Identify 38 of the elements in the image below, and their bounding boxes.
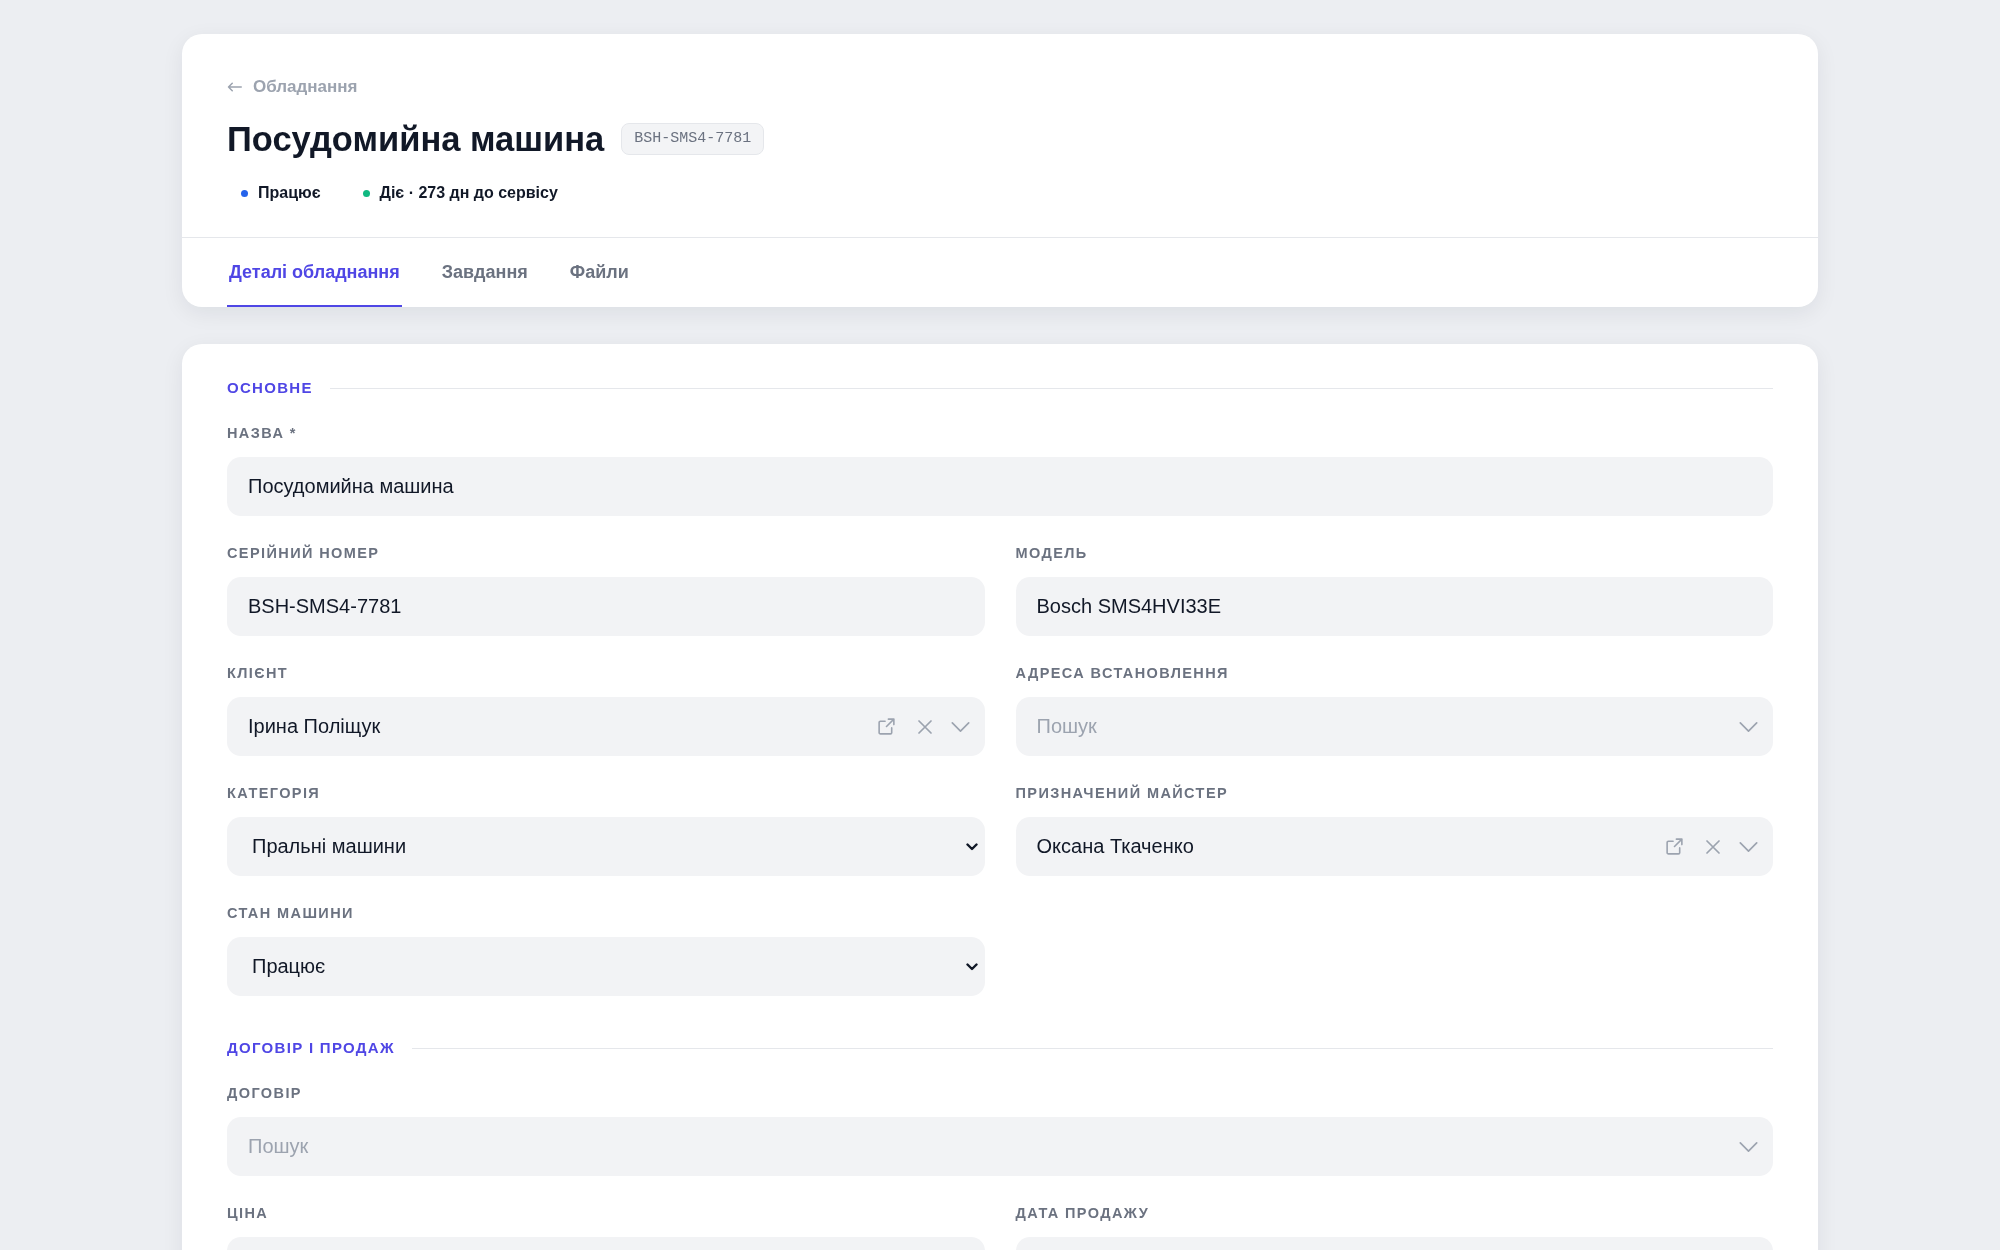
status-text: Діє · 273 дн до сервісу bbox=[379, 183, 558, 203]
field-label: ДАТА ПРОДАЖУ bbox=[1015, 1204, 1151, 1222]
search-combobox[interactable]: Оксана Ткаченко bbox=[1015, 817, 1773, 876]
field-label: КАТЕГОРІЯ bbox=[227, 784, 322, 802]
field-label: КЛІЄНТ bbox=[227, 664, 290, 682]
field-label: СЕРІЙНИЙ НОМЕР bbox=[227, 544, 381, 562]
input-field[interactable]: BSH-SMS4-7781 bbox=[227, 577, 985, 636]
chevron-down-icon bbox=[965, 842, 978, 851]
select-dropdown[interactable]: Пральні машини bbox=[227, 817, 985, 876]
input-field[interactable]: Посудомийна машина bbox=[227, 457, 1773, 516]
serial-badge: BSH-SMS4-7781 bbox=[621, 123, 765, 155]
field-label: МОДЕЛЬ bbox=[1015, 544, 1089, 562]
tab[interactable]: Файли bbox=[567, 238, 631, 307]
status-text: Працює bbox=[258, 183, 321, 203]
chevron-down-icon bbox=[965, 962, 978, 971]
close-icon[interactable] bbox=[917, 719, 932, 734]
field-label: НАЗВА * bbox=[227, 424, 298, 442]
chevron-down-icon[interactable] bbox=[1739, 841, 1758, 852]
external-link-icon[interactable] bbox=[1666, 838, 1683, 855]
field-label: ПРИЗНАЧЕНИЙ МАЙСТЕР bbox=[1015, 784, 1230, 802]
section-title: ОСНОВНЕ bbox=[227, 378, 313, 398]
external-link-icon[interactable] bbox=[877, 718, 895, 735]
field-label: АДРЕСА ВСТАНОВЛЕННЯ bbox=[1015, 664, 1230, 682]
arrow-left-icon bbox=[227, 82, 242, 92]
input-field[interactable]: Bosch SMS4HVI33E bbox=[1015, 577, 1773, 636]
search-combobox[interactable]: Ірина Поліщук bbox=[227, 697, 985, 756]
tab[interactable]: Завдання bbox=[439, 238, 530, 307]
chevron-down-icon[interactable] bbox=[1739, 721, 1758, 732]
chevron-down-icon[interactable] bbox=[1739, 1141, 1758, 1152]
field-label: ЦІНА bbox=[227, 1204, 270, 1222]
field-label: ДОГОВІР bbox=[227, 1084, 303, 1102]
field-label: СТАН МАШИНИ bbox=[227, 904, 355, 922]
chevron-down-icon[interactable] bbox=[950, 721, 970, 732]
tab[interactable]: Деталі обладнання bbox=[227, 238, 402, 307]
select-dropdown[interactable]: Працює bbox=[227, 937, 985, 996]
close-icon[interactable] bbox=[1706, 839, 1720, 854]
section-title: ДОГОВІР І ПРОДАЖ bbox=[227, 1038, 395, 1058]
page-title: Посудомийна машина bbox=[227, 119, 605, 159]
